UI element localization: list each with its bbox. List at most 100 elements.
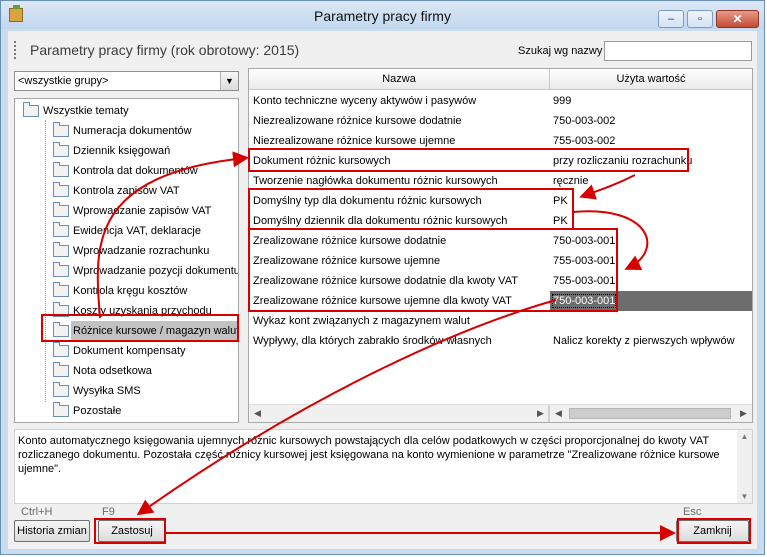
folder-icon <box>53 382 69 397</box>
horizontal-scrollbar[interactable]: ◀ ▶ ◀ ▶ <box>249 404 752 422</box>
tree-item-label: Wysyłka SMS <box>73 385 141 397</box>
folder-icon <box>53 242 69 257</box>
folder-icon <box>53 122 69 137</box>
tree-item-label: Numeracja dokumentów <box>73 125 192 137</box>
param-value[interactable]: przy rozliczaniu rozrachunku <box>553 151 749 171</box>
table-row[interactable]: Tworzenie nagłówka dokumentu różnic kurs… <box>249 171 752 191</box>
scroll-right-icon[interactable]: ▶ <box>532 405 549 422</box>
window: Parametry pracy firmy ‒ ▫ ✕ Parametry pr… <box>0 0 765 555</box>
drag-grip-icon[interactable] <box>14 41 19 59</box>
column-header-value[interactable]: Użyta wartość <box>550 69 752 89</box>
parameters-grid: Nazwa Użyta wartość Konto techniczne wyc… <box>248 68 753 423</box>
group-select-value: <wszystkie grupy> <box>18 75 109 87</box>
close-shortcut: Esc <box>683 506 702 518</box>
param-value[interactable]: 999 <box>553 91 749 111</box>
close-window-button[interactable]: ✕ <box>716 10 759 28</box>
tree-item-label: Wprowadzanie rozrachunku <box>73 245 210 257</box>
param-value[interactable]: 755-003-001 <box>553 251 749 271</box>
table-row[interactable]: Wypływy, dla których zabrakło środków wł… <box>249 331 752 351</box>
search-input[interactable] <box>604 41 752 61</box>
description-box: Konto automatycznego księgowania ujemnyc… <box>14 429 753 504</box>
tree-item-label: Kontrola dat dokumentów <box>73 165 198 177</box>
param-name: Zrealizowane różnice kursowe ujemne dla … <box>253 295 512 307</box>
folder-icon <box>53 162 69 177</box>
client-area: Parametry pracy firmy (rok obrotowy: 201… <box>8 31 757 549</box>
apply-button[interactable]: Zastosuj <box>98 520 166 542</box>
folder-icon <box>53 362 69 377</box>
param-name: Tworzenie nagłówka dokumentu różnic kurs… <box>253 175 498 187</box>
group-select[interactable]: <wszystkie grupy> ▼ <box>14 71 239 91</box>
param-name: Zrealizowane różnice kursowe dodatnie dl… <box>253 275 518 287</box>
table-row[interactable]: Domyślny dziennik dla dokumentu różnic k… <box>249 211 752 231</box>
scroll-right-icon[interactable]: ▶ <box>735 405 752 422</box>
scroll-left-icon[interactable]: ◀ <box>550 405 567 422</box>
window-title: Parametry pracy firmy <box>314 8 451 24</box>
history-button[interactable]: Historia zmian <box>14 520 90 542</box>
folder-icon <box>53 142 69 157</box>
column-header-name[interactable]: Nazwa <box>249 69 550 89</box>
param-name: Niezrealizowane różnice kursowe ujemne <box>253 135 456 147</box>
table-row[interactable]: Zrealizowane różnice kursowe dodatnie 750… <box>249 231 752 251</box>
folder-icon <box>53 342 69 357</box>
tree-item-label: Wprowadzanie pozycji dokumentu <box>73 265 239 277</box>
table-row[interactable]: Niezrealizowane różnice kursowe ujemne 75… <box>249 131 752 151</box>
param-value[interactable]: 755-003-001 <box>553 271 749 291</box>
param-value[interactable]: 750-003-002 <box>553 111 749 131</box>
parameter-description: Konto automatycznego księgowania ujemnyc… <box>18 435 720 475</box>
scroll-down-icon[interactable]: ▼ <box>737 492 752 501</box>
folder-icon <box>53 322 69 337</box>
param-value[interactable]: PK <box>553 191 749 211</box>
folder-icon <box>53 182 69 197</box>
param-value[interactable]: PK <box>553 211 749 231</box>
apply-shortcut: F9 <box>102 506 115 518</box>
table-row[interactable]: Wykaz kont związanych z magazynem walut <box>249 311 752 331</box>
tree-item-label: Ewidencja VAT, deklaracje <box>73 225 201 237</box>
folder-icon <box>53 222 69 237</box>
folder-icon <box>53 262 69 277</box>
vertical-scrollbar[interactable]: ▲ ▼ <box>737 430 752 503</box>
param-value-text: 750-003-001 <box>551 294 617 308</box>
maximize-icon: ▫ <box>698 13 702 25</box>
folder-icon <box>53 282 69 297</box>
tree-item-label: Wszystkie tematy <box>43 105 129 117</box>
close-icon: ✕ <box>732 12 743 26</box>
tree-item-label: Koszty uzyskania przychodu <box>73 305 212 317</box>
folder-icon <box>23 102 39 117</box>
scroll-left-icon[interactable]: ◀ <box>249 405 266 422</box>
search-label: Szukaj wg nazwy <box>518 45 603 57</box>
tree-item-label: Nota odsetkowa <box>73 365 152 377</box>
maximize-button[interactable]: ▫ <box>687 10 713 28</box>
param-name: Zrealizowane różnice kursowe ujemne <box>253 255 441 267</box>
tree-item-label: Kontrola zapisów VAT <box>73 185 180 197</box>
param-name: Konto techniczne wyceny aktywów i pasywó… <box>253 95 477 107</box>
folder-icon <box>53 402 69 417</box>
param-name: Zrealizowane różnice kursowe dodatnie <box>253 235 447 247</box>
grid-header: Nazwa Użyta wartość <box>249 69 752 90</box>
history-shortcut: Ctrl+H <box>21 506 53 518</box>
tree-item-label: Różnice kursowe / magazyn walut <box>71 321 238 341</box>
folder-icon <box>53 202 69 217</box>
scroll-thumb[interactable] <box>569 408 731 419</box>
table-row[interactable]: Zrealizowane różnice kursowe ujemne 755-0… <box>249 251 752 271</box>
tree-item-label: Kontrola kręgu kosztów <box>73 285 188 297</box>
scroll-up-icon[interactable]: ▲ <box>737 432 752 441</box>
table-row[interactable]: Dokument różnic kursowych przy rozliczani… <box>249 151 752 171</box>
chevron-down-icon[interactable]: ▼ <box>220 72 238 90</box>
param-value-selected[interactable]: 750-003-001 <box>550 291 752 311</box>
close-button[interactable]: Zamknij <box>676 520 749 542</box>
param-value[interactable]: 750-003-001 <box>553 231 749 251</box>
table-row[interactable]: Domyślny typ dla dokumentu różnic kursow… <box>249 191 752 211</box>
table-row-selected[interactable]: Zrealizowane różnice kursowe ujemne dla … <box>249 291 752 311</box>
folder-icon <box>53 302 69 317</box>
param-name: Wykaz kont związanych z magazynem walut <box>253 315 470 327</box>
table-row[interactable]: Niezrealizowane różnice kursowe dodatnie… <box>249 111 752 131</box>
table-row[interactable]: Konto techniczne wyceny aktywów i pasywó… <box>249 91 752 111</box>
title-bar: Parametry pracy firmy ‒ ▫ ✕ <box>1 1 764 29</box>
minimize-button[interactable]: ‒ <box>658 10 684 28</box>
tree-item-label: Pozostałe <box>73 405 122 417</box>
param-value[interactable]: Nalicz korekty z pierwszych wpływów <box>553 331 749 351</box>
param-value[interactable]: ręcznie <box>553 171 749 191</box>
table-row[interactable]: Zrealizowane różnice kursowe dodatnie dl… <box>249 271 752 291</box>
tree-item-label: Dokument kompensaty <box>73 345 186 357</box>
param-value[interactable]: 755-003-002 <box>553 131 749 151</box>
